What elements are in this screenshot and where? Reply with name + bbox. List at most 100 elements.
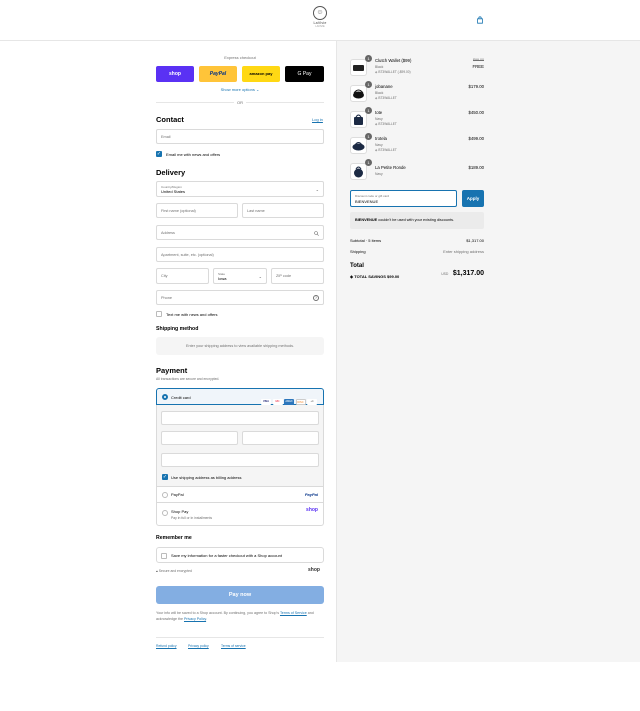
savings-value: $99.00 <box>387 274 399 279</box>
country-value: United States <box>161 189 185 194</box>
remember-me-label: Save my information for a faster checkou… <box>171 553 282 558</box>
shipping-method-note: Enter your shipping address to view avai… <box>156 337 324 349</box>
first-name-placeholder: First name (optional) <box>161 209 196 213</box>
state-label: State <box>218 272 225 276</box>
address-field[interactable]: Address <box>156 225 324 240</box>
newsletter-checkbox[interactable]: ✓ <box>156 151 162 157</box>
google-pay-button[interactable]: G Pay <box>285 66 324 82</box>
checkout-page: ☺ LaVivie LAVIVIE Express checkout shop … <box>0 0 640 711</box>
quantity-badge: 1 <box>365 133 372 140</box>
discount-code-label: Discount code or gift card <box>355 194 389 198</box>
product-image-tote <box>350 111 367 128</box>
phone-field[interactable]: Phone ? <box>156 290 324 305</box>
secure-note: 🔒︎ Secure and encrypted <box>156 569 192 573</box>
product-name: tote <box>375 110 382 115</box>
quantity-badge: 1 <box>365 81 372 88</box>
expiration-field[interactable] <box>161 431 238 445</box>
total-savings: ◈ TOTAL SAVINGS $99.00 <box>350 274 399 279</box>
sms-label: Text me with news and offers <box>166 312 218 317</box>
product-discount-code: BT3WALLET (-$99.00) <box>378 70 410 74</box>
first-name-field[interactable]: First name (optional) <box>156 203 238 218</box>
chevron-down-icon: ⌄ <box>316 187 319 192</box>
product-variant: Navy <box>375 117 383 121</box>
product-discount-code: BT3WALLET <box>378 148 396 152</box>
legal-text: Your info will be saved to a Shop accoun… <box>156 610 324 622</box>
product-image-clutch-wallet <box>350 59 367 76</box>
total-label: Total <box>350 263 364 269</box>
remember-me-checkbox[interactable] <box>161 553 167 559</box>
shop-pay-express-button[interactable]: shop <box>156 66 194 82</box>
credit-card-label: Credit card <box>171 395 191 400</box>
currency-code: USD <box>441 272 448 276</box>
card-number-field[interactable] <box>161 411 319 425</box>
paypal-label: PayPal <box>171 492 184 497</box>
name-on-card-field[interactable] <box>161 453 319 467</box>
shipping-value: Enter shipping address <box>443 249 484 254</box>
show-more-options-link[interactable]: Show more options ⌄ <box>156 87 324 92</box>
product-old-price: $99.00 <box>473 58 484 62</box>
header: ☺ LaVivie LAVIVIE <box>0 0 640 41</box>
zip-field[interactable]: ZIP code <box>271 268 324 284</box>
city-placeholder: City <box>161 274 168 278</box>
amazon-pay-button[interactable]: amazon pay <box>242 66 280 82</box>
chevron-down-icon: ⌄ <box>256 87 259 92</box>
refund-policy-link[interactable]: Refund policy <box>156 644 177 648</box>
discount-code-field[interactable]: Discount code or gift card BIENVENUE <box>350 190 457 207</box>
legal-end: . <box>206 617 207 621</box>
email-field[interactable]: Email <box>156 129 324 144</box>
product-name: Clutch Wallet ($99) <box>375 58 411 63</box>
last-name-field[interactable]: Last name <box>242 203 324 218</box>
log-in-link[interactable]: Log in <box>312 117 323 122</box>
lock-icon: 🔒︎ <box>156 569 158 573</box>
sms-checkbox[interactable] <box>156 311 162 317</box>
bag-icon <box>351 86 366 101</box>
product-image-trotela <box>350 137 367 154</box>
store-logo[interactable]: ☺ LaVivie LAVIVIE <box>311 6 329 36</box>
city-field[interactable]: City <box>156 268 209 284</box>
subtotal-label: Subtotal · 5 items <box>350 238 381 243</box>
product-price: $189.00 <box>468 165 484 170</box>
savings-label: TOTAL SAVINGS <box>354 274 386 279</box>
remember-me-box: Save my information for a faster checkou… <box>156 547 324 563</box>
billing-same-checkbox[interactable]: ✓ <box>162 474 168 480</box>
express-checkout-title: Express checkout <box>156 55 324 60</box>
help-icon[interactable]: ? <box>313 295 319 301</box>
apartment-placeholder: Apartment, suite, etc. (optional) <box>161 253 214 257</box>
shop-pay-logo: shop <box>306 507 318 513</box>
product-price: FREE <box>473 64 484 69</box>
or-divider-label: OR <box>234 100 246 105</box>
privacy-policy-link[interactable]: Privacy Policy <box>184 617 206 621</box>
shop-pay-radio[interactable] <box>162 510 168 516</box>
country-select[interactable]: Country/Region United States ⌄ <box>156 181 324 197</box>
state-value: Iowa <box>218 276 226 281</box>
terms-of-service-link[interactable]: Terms of Service <box>280 611 307 615</box>
pay-now-button[interactable]: Pay now <box>156 586 324 604</box>
savings-tag-icon: ◈ <box>350 274 353 279</box>
paypal-radio[interactable] <box>162 492 168 498</box>
state-select[interactable]: State Iowa ⌄ <box>213 268 267 284</box>
tote-icon <box>351 112 366 127</box>
product-image-jobanane <box>350 85 367 102</box>
apply-button[interactable]: Apply <box>462 190 484 207</box>
credit-card-option[interactable]: Credit card VISAMCAMEXDISC+4 <box>156 388 324 405</box>
search-icon <box>314 231 319 236</box>
shop-pay-option[interactable]: Shop Pay Pay in full or in installments … <box>156 503 324 526</box>
chevron-down-icon: ⌄ <box>259 274 262 279</box>
privacy-policy-footer-link[interactable]: Privacy policy <box>188 644 209 648</box>
product-price: $179.00 <box>468 84 484 89</box>
security-code-field[interactable] <box>242 431 319 445</box>
duffel-icon <box>351 138 366 153</box>
paypal-express-button[interactable]: PayPal <box>199 66 237 82</box>
apartment-field[interactable]: Apartment, suite, etc. (optional) <box>156 247 324 262</box>
credit-card-radio[interactable] <box>162 394 168 400</box>
terms-of-service-footer-link[interactable]: Terms of service <box>221 644 246 648</box>
newsletter-label: Email me with news and offers <box>166 152 220 157</box>
paypal-option[interactable]: PayPal PayPal <box>156 487 324 503</box>
payment-subtitle: All transactions are secure and encrypte… <box>156 377 219 381</box>
secure-label: Secure and encrypted <box>159 569 192 573</box>
shipping-method-box: Enter your shipping address to view avai… <box>156 337 324 355</box>
shop-pay-subtitle: Pay in full or in installments <box>171 516 212 520</box>
shopping-bag-icon[interactable] <box>476 16 484 24</box>
delivery-heading: Delivery <box>156 168 185 177</box>
wallet-icon <box>351 60 366 75</box>
